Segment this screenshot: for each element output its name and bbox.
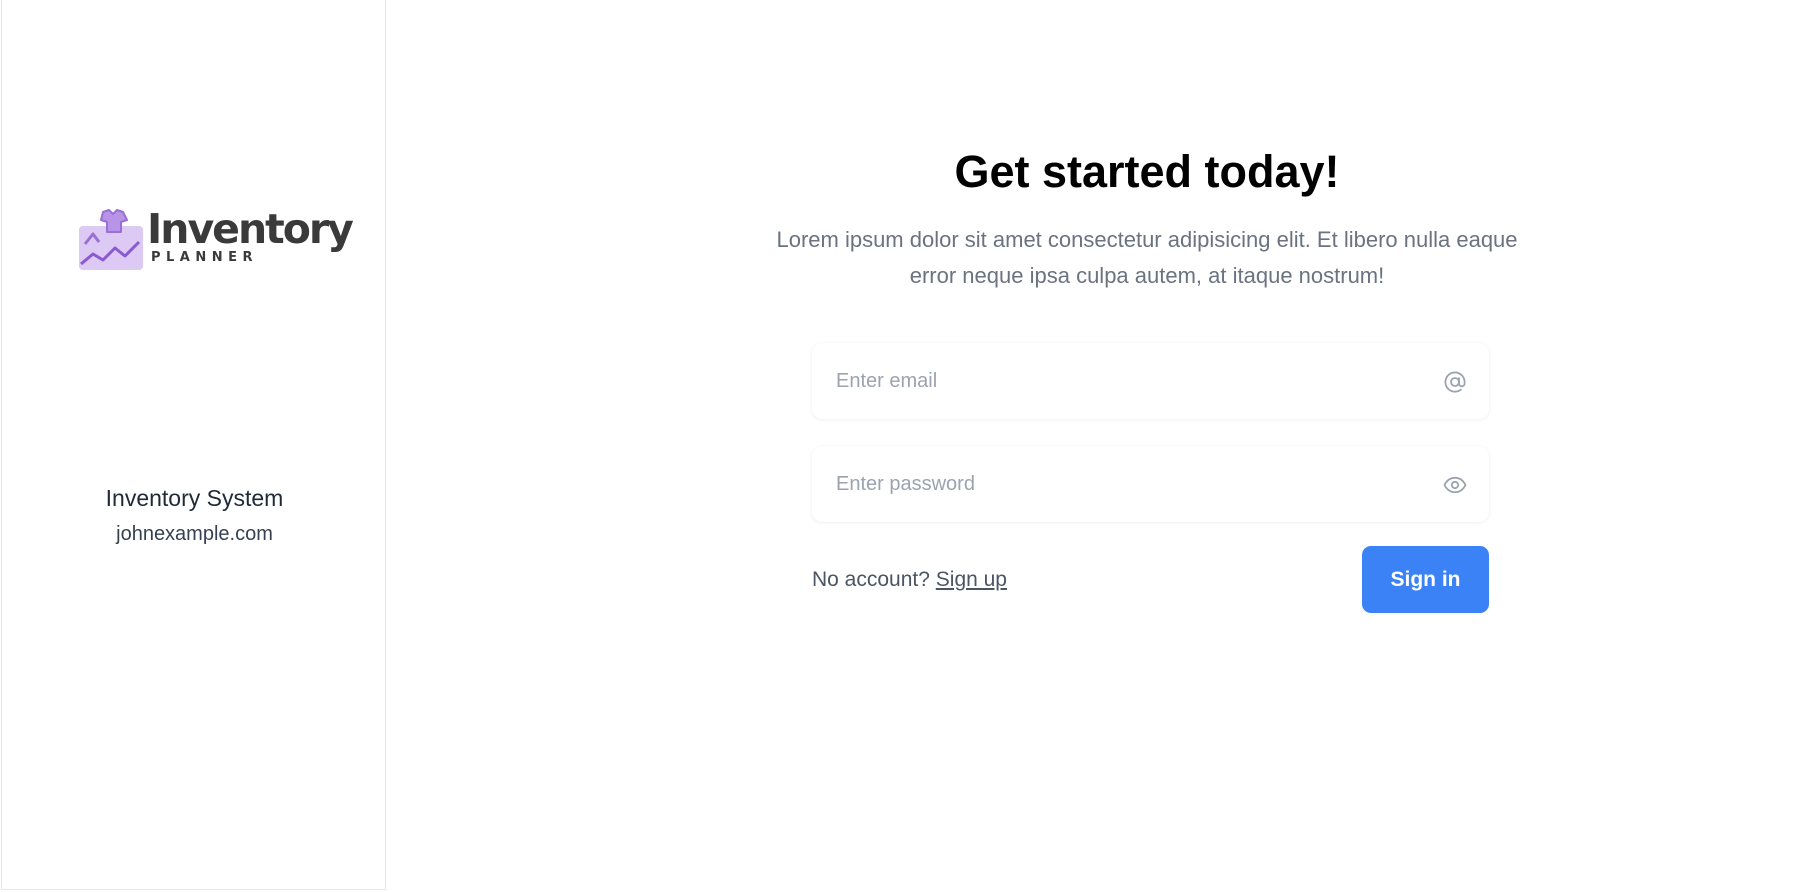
page-description: Lorem ipsum dolor sit amet consectetur a… (776, 227, 1518, 288)
inventory-planner-logo-icon (79, 209, 143, 270)
eye-icon[interactable] (1443, 473, 1467, 497)
at-sign-icon (1444, 371, 1466, 393)
brand-logo: Inventory PLANNER (79, 206, 354, 272)
organization-domain: johnexample.com (116, 523, 273, 545)
logo-subtitle: PLANNER (151, 250, 259, 265)
password-input[interactable] (812, 446, 1489, 522)
signup-link[interactable]: Sign up (936, 568, 1007, 591)
no-account-text: No account? (812, 568, 930, 591)
form-footer: No account? Sign up Sign in (812, 546, 1489, 613)
signin-button[interactable]: Sign in (1362, 546, 1489, 613)
email-input[interactable] (812, 343, 1489, 419)
page-title: Get started today! (954, 146, 1340, 197)
organization-info: Inventory System johnexample.com (2, 483, 387, 546)
email-field (812, 343, 1489, 419)
sidebar: Inventory PLANNER Inventory System johne… (1, 0, 386, 890)
password-field (812, 446, 1489, 522)
organization-name: Inventory System (105, 485, 284, 511)
signin-panel: Get started today! Lorem ipsum dolor sit… (387, 0, 1799, 892)
logo-wordmark: Inventory (147, 205, 354, 253)
signup-prompt: No account? Sign up (812, 567, 1007, 593)
app: Inventory PLANNER Inventory System johne… (0, 0, 1799, 892)
